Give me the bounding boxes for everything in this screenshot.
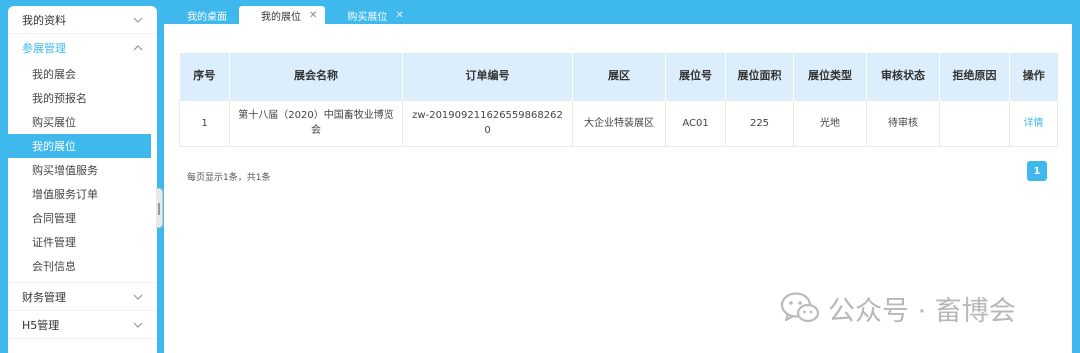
column-header-booth-number: 展位号 [665,53,726,100]
watermark: 公众号 · 畜博会 [780,288,1016,328]
column-header-review-status: 审核状态 [866,53,940,100]
sidebar-item-credentials[interactable]: 证件管理 [8,230,157,254]
menu-group-finance[interactable]: 财务管理 [8,283,157,311]
sidebar-item-my-exhibitions[interactable]: 我的展会 [8,62,157,86]
menu-group-h5[interactable]: H5管理 [8,311,157,339]
tab-buy-booth[interactable]: 购买展位 ✕ [325,6,415,24]
cell-booth-area: 225 [725,99,794,147]
chevron-up-icon [131,41,145,55]
chevron-down-icon [131,13,145,27]
watermark-text: 公众号 · 畜博会 [828,295,1016,327]
wechat-icon [780,292,820,323]
sidebar-item-value-added-orders[interactable]: 增值服务订单 [8,182,157,206]
column-header-reject-reason: 拒绝原因 [939,53,1010,100]
tab-my-booth[interactable]: 我的展位 ✕ [239,6,326,24]
sidebar-item-my-booth[interactable]: 我的展位 [8,134,151,158]
column-header-order-number: 订单编号 [402,53,573,100]
chevron-down-icon [131,318,145,332]
cell-booth-type: 光地 [793,99,867,147]
tab-desktop[interactable]: 我的桌面 [165,6,239,24]
details-link[interactable]: 详情 [1009,99,1058,147]
booth-table: 序号 展会名称 订单编号 展区 展位号 展位面积 展位类型 审核状态 拒绝原因 … [179,53,1058,147]
menu-group-label: H5管理 [22,318,60,332]
cell-review-status: 待审核 [866,99,940,147]
tab-label: 我的桌面 [187,11,227,23]
sidebar-item-contracts[interactable]: 合同管理 [8,206,157,230]
cell-zone: 大企业特装展区 [572,99,666,147]
menu-group-label: 财务管理 [22,290,66,304]
column-header-actions: 操作 [1009,53,1058,100]
column-header-booth-type: 展位类型 [793,53,867,100]
column-header-index: 序号 [179,53,230,100]
chevron-down-icon [131,290,145,304]
cell-booth-number: AC01 [665,99,726,147]
sidebar-item-buy-value-added[interactable]: 购买增值服务 [8,158,157,182]
sidebar-collapse-handle[interactable] [156,188,163,228]
menu-group-label: 我的资料 [22,13,66,27]
sidebar-item-catalog-info[interactable]: 会刊信息 [8,254,157,278]
cell-exhibition-name: 第十八届（2020）中国畜牧业博览会 [229,99,403,147]
sidebar-item-buy-booth[interactable]: 购买展位 [8,110,157,134]
column-header-booth-area: 展位面积 [725,53,794,100]
pagination-summary: 每页显示1条，共1条 [187,173,271,183]
cell-order-number: zw-2019092116265598682620 [402,99,573,147]
table-row: 1 第十八届（2020）中国畜牧业博览会 zw-2019092116265598… [179,99,1058,147]
column-header-zone: 展区 [572,53,666,100]
tab-label: 我的展位 [261,11,301,23]
menu-group-label: 参展管理 [22,42,66,55]
tab-bar: 我的桌面 我的展位 ✕ 购买展位 ✕ [165,6,416,24]
column-header-exhibition-name: 展会名称 [229,53,403,100]
menu-group-profile[interactable]: 我的资料 [8,6,157,34]
tab-label: 购买展位 [347,11,388,23]
menu-group-exhibition[interactable]: 参展管理 [8,34,157,62]
page-button-current[interactable]: 1 [1027,161,1047,181]
sidebar-item-my-preregistration[interactable]: 我的预报名 [8,86,157,110]
close-icon[interactable]: ✕ [309,10,317,21]
submenu-list: 我的展会 我的预报名 购买展位 我的展位 购买增值服务 增值服务订单 合同管理 … [8,62,157,283]
table-header-row: 序号 展会名称 订单编号 展区 展位号 展位面积 展位类型 审核状态 拒绝原因 … [179,53,1058,100]
cell-index: 1 [179,99,230,147]
sidebar: 我的资料 参展管理 我的展会 我的预报名 购买展位 我的展位 购买增值服务 增值… [8,6,157,353]
close-icon[interactable]: ✕ [395,10,403,21]
cell-reject-reason [939,99,1010,147]
